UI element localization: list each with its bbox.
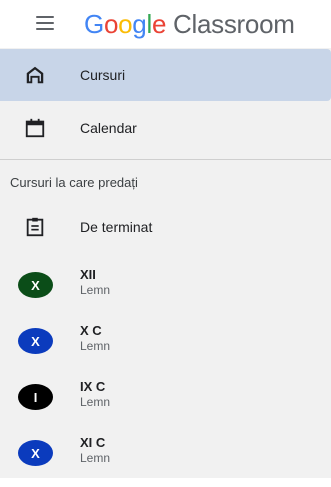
- course-avatar: X: [18, 440, 53, 466]
- nav-item-courses-label: Cursuri: [80, 67, 126, 83]
- nav-item-courses[interactable]: Cursuri: [0, 49, 331, 101]
- nav-item-calendar[interactable]: Calendar: [0, 102, 331, 154]
- course-section: Lemn: [80, 451, 111, 465]
- course-item[interactable]: X XII Lemn: [0, 263, 331, 319]
- nav-item-calendar-label: Calendar: [80, 120, 137, 136]
- google-classroom-logo[interactable]: Google Classroom: [84, 7, 295, 41]
- course-item[interactable]: I IX C Lemn: [0, 375, 331, 431]
- course-name: X C: [80, 323, 102, 338]
- nav-item-todo[interactable]: De terminat: [0, 201, 331, 253]
- course-name: IX C: [80, 379, 106, 394]
- course-avatar: X: [18, 328, 53, 354]
- course-avatar: X: [18, 272, 53, 298]
- course-name: XI C: [80, 435, 106, 450]
- main-menu-icon[interactable]: [36, 16, 54, 30]
- course-item[interactable]: X XI C Lemn: [0, 431, 331, 487]
- assignment-icon: [26, 217, 44, 237]
- nav-item-todo-label: De terminat: [80, 219, 153, 235]
- product-name: Classroom: [173, 9, 295, 39]
- top-app-bar: Google Classroom: [0, 0, 331, 48]
- course-section: Lemn: [80, 283, 111, 297]
- calendar-icon: [25, 118, 45, 138]
- course-avatar: I: [18, 384, 53, 410]
- home-icon: [26, 66, 44, 84]
- course-section: Lemn: [80, 339, 111, 353]
- section-title: Cursuri la care predați: [10, 175, 138, 190]
- course-item[interactable]: X X C Lemn: [0, 319, 331, 375]
- course-section: Lemn: [80, 395, 111, 409]
- navigation-drawer: Cursuri Calendar Cursuri la care predați…: [0, 48, 331, 478]
- divider: [0, 159, 331, 160]
- course-name: XII: [80, 267, 96, 282]
